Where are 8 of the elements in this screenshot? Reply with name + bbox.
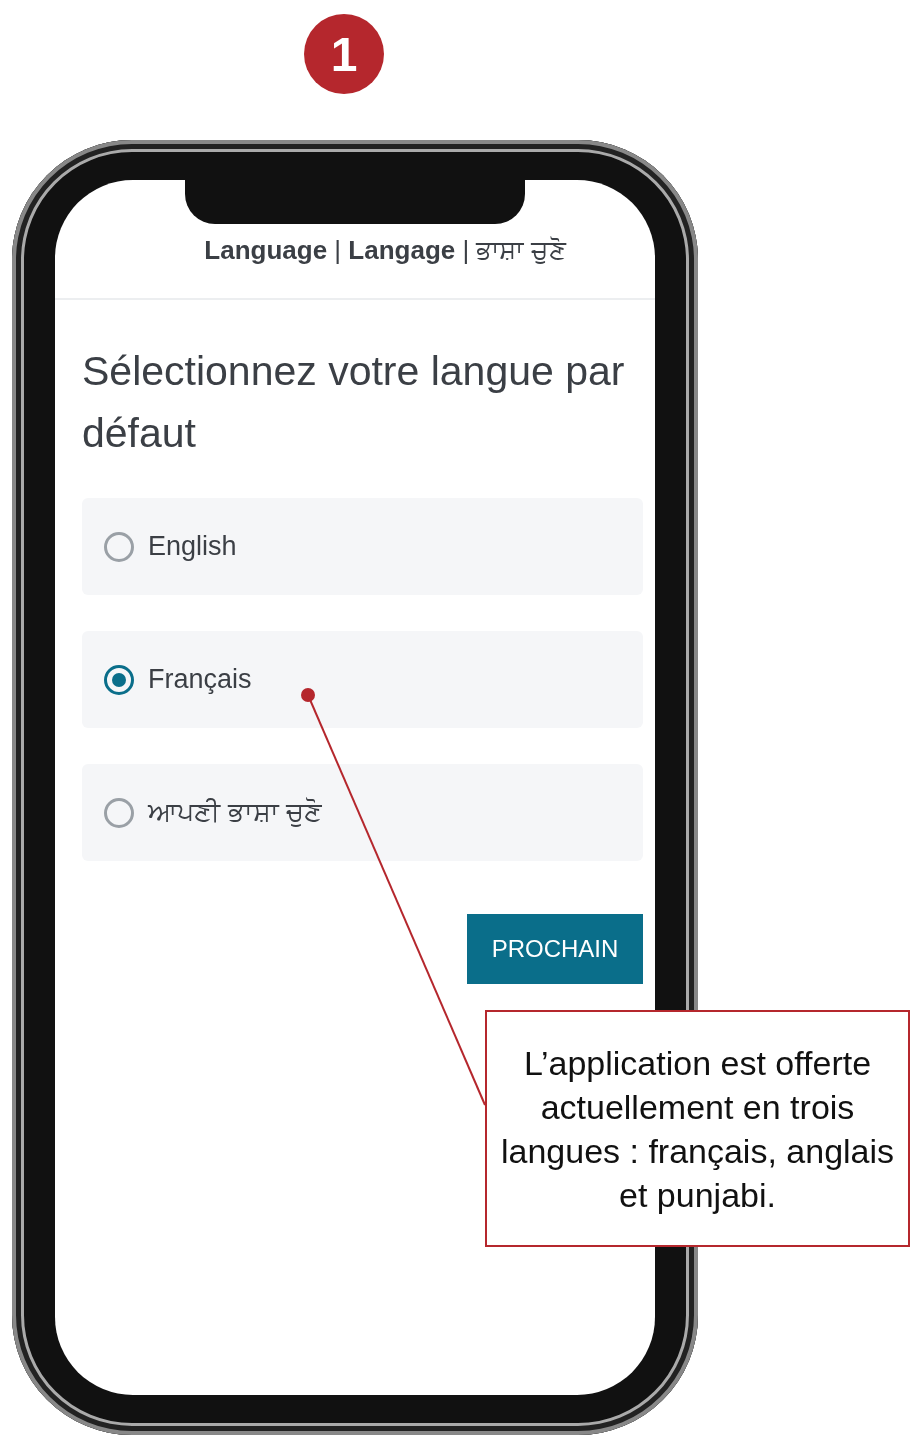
page-heading: Sélectionnez votre langue par défaut [82,347,626,458]
language-option[interactable]: English [82,498,643,595]
step-number-badge: 1 [304,14,384,94]
header-title: Language | Langage | ਭਾਸ਼ਾ ਚੁਣੋ [204,235,566,266]
language-option[interactable]: Français [82,631,643,728]
next-button[interactable]: PROCHAIN [467,914,643,984]
callout-text: L’application est offerte actuellement en trois langues : français, anglais et punjabi. [485,1010,910,1247]
language-option[interactable]: ਆਪਣੀ ਭਾਸ਼ਾ ਚੁਣੋ [82,764,643,861]
